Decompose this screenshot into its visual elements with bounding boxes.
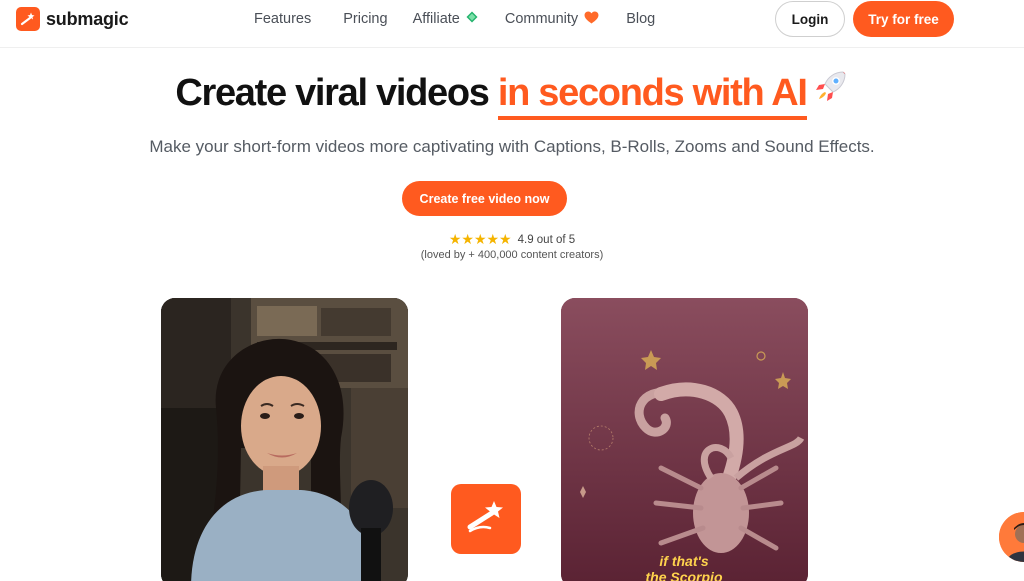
nav-link-label: Pricing xyxy=(343,11,388,27)
video-card-left[interactable] xyxy=(161,298,408,581)
hero-title-part1: Create viral videos xyxy=(175,72,498,115)
nav-link-label: Affiliate xyxy=(412,11,460,27)
nav-links: Features Pricing Affiliate Community Blo… xyxy=(254,0,655,38)
login-button[interactable]: Login xyxy=(775,1,845,37)
submagic-logo-icon xyxy=(16,7,40,31)
hero-title-highlight: in seconds with AI xyxy=(497,72,808,121)
nav-link-blog[interactable]: Blog xyxy=(626,11,655,27)
brand[interactable]: submagic xyxy=(16,7,129,31)
video-card-right[interactable]: if that's the Scorpio xyxy=(561,298,808,581)
nav-link-affiliate[interactable]: Affiliate xyxy=(413,11,478,27)
hero-title: Create viral videos in seconds with AI xyxy=(0,71,1024,121)
orange-heart-icon xyxy=(584,10,599,28)
create-free-video-button[interactable]: Create free video now xyxy=(402,181,567,216)
nav-link-community[interactable]: Community xyxy=(504,10,599,28)
support-chat-avatar[interactable] xyxy=(999,512,1024,562)
woman-podcast-image xyxy=(161,298,408,581)
video-caption-line2: the Scorpio xyxy=(645,569,722,581)
rating-text: 4.9 out of 5 xyxy=(517,233,576,246)
nav-link-label: Community xyxy=(504,11,579,27)
submagic-magic-wand-icon xyxy=(451,484,521,554)
try-for-free-button[interactable]: Try for free xyxy=(853,1,954,37)
top-nav: submagic Features Pricing Affiliate Comm… xyxy=(0,0,1024,48)
loved-by-text: (loved by + 400,000 content creators) xyxy=(420,249,604,261)
five-star-rating-icon: ★★★★★ xyxy=(448,231,512,247)
scorpion-zodiac-image: if that's the Scorpio xyxy=(561,298,808,581)
hero-subtitle: Make your short-form videos more captiva… xyxy=(149,137,875,156)
nav-link-features[interactable]: Features xyxy=(254,11,311,27)
nav-link-label: Features xyxy=(254,11,312,27)
brand-name: submagic xyxy=(46,8,129,29)
nav-link-label: Blog xyxy=(626,11,656,27)
rating: ★★★★★ 4.9 out of 5 xyxy=(0,231,1024,248)
nav-link-pricing[interactable]: Pricing xyxy=(343,11,387,27)
rocket-icon xyxy=(813,68,849,114)
green-diamond-icon xyxy=(466,11,478,27)
video-caption-line1: if that's xyxy=(659,553,708,569)
